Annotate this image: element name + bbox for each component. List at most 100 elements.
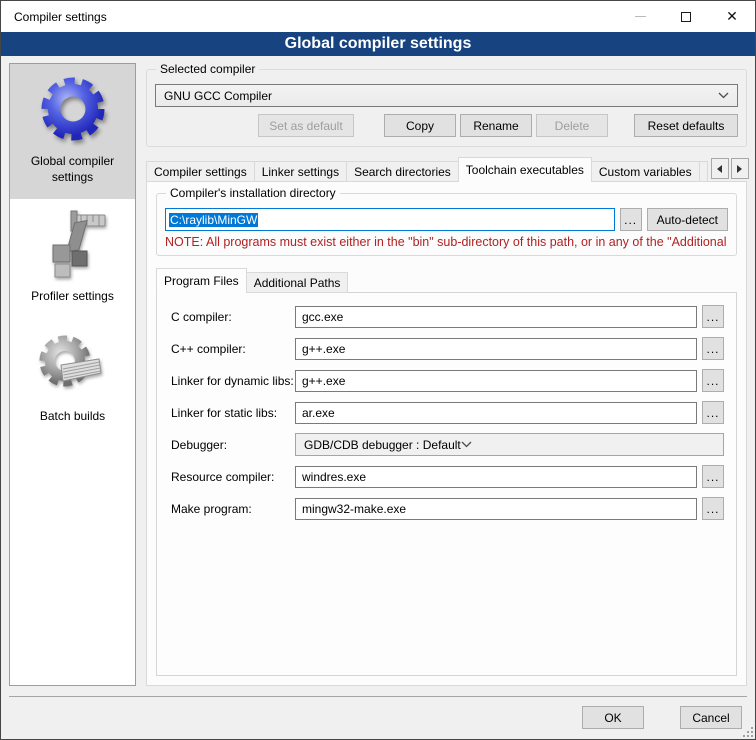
linker-dynamic-input[interactable]: g++.exe	[295, 370, 697, 392]
install-dir-selected-text: C:\raylib\MinGW	[169, 213, 258, 227]
field-label: C++ compiler:	[171, 342, 295, 356]
main-panel: Selected compiler GNU GCC Compiler Set a…	[146, 63, 747, 686]
reset-defaults-button[interactable]: Reset defaults	[634, 114, 738, 137]
field-label: Make program:	[171, 502, 295, 516]
field-value: g++.exe	[302, 342, 345, 356]
make-program-browse-button[interactable]: ...	[702, 497, 724, 520]
debugger-select-value: GDB/CDB debugger : Default	[304, 438, 461, 452]
ok-button[interactable]: OK	[582, 706, 644, 729]
form-row-c-compiler: C compiler: gcc.exe ...	[171, 305, 724, 328]
maximize-button[interactable]	[663, 1, 709, 32]
compiler-select[interactable]: GNU GCC Compiler	[155, 84, 738, 107]
window-title: Compiler settings	[1, 10, 107, 24]
form-row-make-program: Make program: mingw32-make.exe ...	[171, 497, 724, 520]
sidebar-item-label: Profiler settings	[31, 289, 114, 305]
selected-compiler-group: Selected compiler GNU GCC Compiler Set a…	[146, 69, 747, 147]
programs-tab-bar: Program Files Additional Paths	[156, 268, 737, 293]
form-row-linker-dynamic: Linker for dynamic libs: g++.exe ...	[171, 369, 724, 392]
field-value: ar.exe	[302, 406, 335, 420]
chevron-down-icon	[718, 92, 729, 99]
maximize-icon	[681, 12, 691, 22]
cpp-compiler-input[interactable]: g++.exe	[295, 338, 697, 360]
title-bar: Compiler settings ✕	[1, 1, 755, 32]
arrow-right-icon	[737, 165, 742, 173]
window-controls: ✕	[617, 1, 755, 32]
form-row-resource-compiler: Resource compiler: windres.exe ...	[171, 465, 724, 488]
arrow-left-icon	[717, 165, 722, 173]
compiler-select-value: GNU GCC Compiler	[164, 89, 718, 103]
toolchain-executables-page: Compiler's installation directory C:\ray…	[146, 181, 747, 686]
sidebar-item-batch-builds[interactable]: Batch builds	[10, 319, 135, 439]
install-dir-row: C:\raylib\MinGW ... Auto-detect	[165, 208, 728, 231]
page-title: Global compiler settings	[1, 32, 755, 56]
resource-compiler-browse-button[interactable]: ...	[702, 465, 724, 488]
cpp-compiler-browse-button[interactable]: ...	[702, 337, 724, 360]
install-dir-note: NOTE: All programs must exist either in …	[165, 235, 728, 249]
c-compiler-input[interactable]: gcc.exe	[295, 306, 697, 328]
tab-search-directories[interactable]: Search directories	[346, 161, 459, 182]
gray-gear-stack-icon	[35, 329, 111, 405]
tab-custom-variables[interactable]: Custom variables	[591, 161, 700, 182]
copy-button[interactable]: Copy	[384, 114, 456, 137]
footer: OK Cancel	[1, 697, 755, 739]
tab-scroll-right-button[interactable]	[731, 158, 749, 179]
sidebar-item-label: Batch builds	[40, 409, 105, 425]
resize-grip[interactable]	[743, 727, 753, 737]
programs-subnotebook: Program Files Additional Paths C compile…	[156, 268, 737, 676]
subtab-additional-paths[interactable]: Additional Paths	[246, 272, 349, 293]
linker-static-input[interactable]: ar.exe	[295, 402, 697, 424]
field-label: Linker for static libs:	[171, 406, 295, 420]
set-as-default-button[interactable]: Set as default	[258, 114, 354, 137]
rename-button[interactable]: Rename	[460, 114, 532, 137]
install-dir-browse-button[interactable]: ...	[620, 208, 642, 231]
tab-build-options[interactable]: Build	[699, 161, 708, 182]
dialog-body: Global compiler settings Profiler settin…	[1, 56, 755, 696]
tab-toolchain-executables[interactable]: Toolchain executables	[458, 157, 592, 182]
sidebar-item-global-compiler-settings[interactable]: Global compiler settings	[10, 64, 135, 199]
linker-static-browse-button[interactable]: ...	[702, 401, 724, 424]
field-value: gcc.exe	[302, 310, 343, 324]
install-dir-group: Compiler's installation directory C:\ray…	[156, 193, 737, 256]
blue-gear-icon	[35, 74, 111, 150]
settings-notebook: Compiler settings Linker settings Search…	[146, 157, 747, 686]
chevron-down-icon	[461, 441, 472, 448]
close-button[interactable]: ✕	[709, 1, 755, 32]
tab-linker-settings[interactable]: Linker settings	[254, 161, 347, 182]
c-compiler-browse-button[interactable]: ...	[702, 305, 724, 328]
tab-compiler-settings[interactable]: Compiler settings	[146, 161, 255, 182]
debugger-select[interactable]: GDB/CDB debugger : Default	[295, 433, 724, 456]
delete-button[interactable]: Delete	[536, 114, 608, 137]
subtab-program-files[interactable]: Program Files	[156, 268, 247, 293]
field-value: windres.exe	[302, 470, 366, 484]
minimize-button[interactable]	[617, 1, 663, 32]
auto-detect-button[interactable]: Auto-detect	[647, 208, 728, 231]
form-row-cpp-compiler: C++ compiler: g++.exe ...	[171, 337, 724, 360]
make-program-input[interactable]: mingw32-make.exe	[295, 498, 697, 520]
field-label: Linker for dynamic libs:	[171, 374, 295, 388]
settings-category-list: Global compiler settings Profiler settin…	[9, 63, 136, 686]
tab-scroll-left-button[interactable]	[711, 158, 729, 179]
minimize-icon	[635, 16, 646, 17]
cancel-button[interactable]: Cancel	[680, 706, 742, 729]
caliper-icon	[35, 209, 111, 285]
compiler-actions: Set as default Copy Rename Delete Reset …	[155, 114, 738, 137]
resource-compiler-input[interactable]: windres.exe	[295, 466, 697, 488]
tab-scroll-buttons	[709, 158, 749, 179]
field-label: Debugger:	[171, 438, 295, 452]
sidebar-item-profiler-settings[interactable]: Profiler settings	[10, 199, 135, 319]
install-dir-group-label: Compiler's installation directory	[166, 186, 340, 200]
sidebar-item-label: Global compiler settings	[13, 154, 132, 185]
selected-compiler-group-label: Selected compiler	[156, 62, 259, 76]
linker-dynamic-browse-button[interactable]: ...	[702, 369, 724, 392]
field-label: Resource compiler:	[171, 470, 295, 484]
field-value: mingw32-make.exe	[302, 502, 406, 516]
field-label: C compiler:	[171, 310, 295, 324]
form-row-debugger: Debugger: GDB/CDB debugger : Default	[171, 433, 724, 456]
settings-tab-bar: Compiler settings Linker settings Search…	[146, 157, 747, 182]
program-files-page: C compiler: gcc.exe ... C++ compiler: g+…	[156, 292, 737, 676]
close-icon: ✕	[726, 8, 738, 25]
field-value: g++.exe	[302, 374, 345, 388]
install-dir-input[interactable]: C:\raylib\MinGW	[165, 208, 615, 231]
compiler-settings-dialog: Compiler settings ✕ Global compiler sett…	[0, 0, 756, 740]
form-row-linker-static: Linker for static libs: ar.exe ...	[171, 401, 724, 424]
